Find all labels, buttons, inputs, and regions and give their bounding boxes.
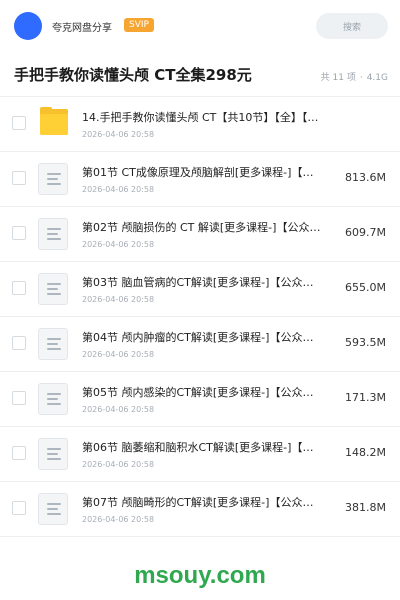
- file-row[interactable]: 第05节 颅内感染的CT解读[更多课程-]【公众号：小知自学】 2026-04-…: [0, 372, 400, 427]
- file-name: 第06节 脑萎缩和脑积水CT解读[更多课程-]【公众号：小知自学】: [82, 441, 324, 454]
- file-size: 171.3M: [345, 391, 386, 404]
- folder-icon: [40, 107, 68, 135]
- row-checkbox[interactable]: [12, 446, 26, 460]
- meta-separator: ·: [359, 73, 363, 83]
- row-checkbox[interactable]: [12, 116, 26, 130]
- file-row[interactable]: 第02节 颅脑损伤的 CT 解读[更多课程-]【公众号：小知自学】 2026-0…: [0, 207, 400, 262]
- document-icon: [38, 493, 68, 525]
- top-bar: 夸克网盘分享 SVIP 搜索: [0, 0, 400, 52]
- file-size: 381.8M: [345, 501, 386, 514]
- file-date: 2026-04-06 20:58: [82, 460, 155, 469]
- file-name: 第01节 CT成像原理及颅脑解剖[更多课程-]【公众号：小知自学】: [82, 166, 324, 179]
- file-size: 593.5M: [345, 336, 386, 349]
- file-row[interactable]: 第07节 颅脑畸形的CT解读[更多课程-]【公众号：小知自学】 2026-04-…: [0, 482, 400, 537]
- file-date: 2026-04-06 20:58: [82, 240, 155, 249]
- row-checkbox[interactable]: [12, 391, 26, 405]
- file-name: 第03节 脑血管病的CT解读[更多课程-]【公众号：小知自学】: [82, 276, 324, 289]
- file-row[interactable]: 第01节 CT成像原理及颅脑解剖[更多课程-]【公众号：小知自学】 2026-0…: [0, 152, 400, 207]
- file-row-folder[interactable]: 14.手把手教你读懂头颅 CT【共10节】【全】【更多课程-】【公众号：小知自学…: [0, 97, 400, 152]
- row-checkbox[interactable]: [12, 501, 26, 515]
- file-date: 2026-04-06 20:58: [82, 295, 155, 304]
- file-row[interactable]: 第03节 脑血管病的CT解读[更多课程-]【公众号：小知自学】 2026-04-…: [0, 262, 400, 317]
- file-size: 148.2M: [345, 446, 386, 459]
- file-row[interactable]: 第06节 脑萎缩和脑积水CT解读[更多课程-]【公众号：小知自学】 2026-0…: [0, 427, 400, 482]
- watermark: msouy.com: [134, 562, 266, 589]
- document-icon: [38, 328, 68, 360]
- file-name: 第07节 颅脑畸形的CT解读[更多课程-]【公众号：小知自学】: [82, 496, 324, 509]
- avatar[interactable]: [14, 12, 42, 40]
- file-date: 2026-04-06 20:58: [82, 515, 155, 524]
- search-placeholder: 搜索: [342, 23, 361, 33]
- file-size: 813.6M: [345, 171, 386, 184]
- row-checkbox[interactable]: [12, 171, 26, 185]
- document-icon: [38, 273, 68, 305]
- total-size: 4.1G: [366, 73, 388, 83]
- file-size: 655.0M: [345, 281, 386, 294]
- row-checkbox[interactable]: [12, 281, 26, 295]
- share-meta: 共 11 项 · 4.1G: [321, 70, 388, 83]
- document-icon: [38, 218, 68, 250]
- file-date: 2026-04-06 20:58: [82, 350, 155, 359]
- svip-badge: SVIP: [124, 18, 154, 32]
- file-date: 2026-04-06 20:58: [82, 130, 155, 139]
- document-icon: [38, 163, 68, 195]
- document-icon: [38, 383, 68, 415]
- item-count: 共 11 项: [320, 73, 356, 83]
- file-name: 第02节 颅脑损伤的 CT 解读[更多课程-]【公众号：小知自学】: [82, 221, 324, 234]
- file-name: 第05节 颅内感染的CT解读[更多课程-]【公众号：小知自学】: [82, 386, 324, 399]
- app-name: 夸克网盘分享: [52, 23, 112, 34]
- file-size: 609.7M: [345, 226, 386, 239]
- file-name: 第04节 颅内肿瘤的CT解读[更多课程-]【公众号：小知自学】: [82, 331, 324, 344]
- row-checkbox[interactable]: [12, 336, 26, 350]
- share-title: 手把手教你读懂头颅 CT全集298元: [14, 66, 252, 84]
- file-date: 2026-04-06 20:58: [82, 185, 155, 194]
- file-date: 2026-04-06 20:58: [82, 405, 155, 414]
- document-icon: [38, 438, 68, 470]
- file-list: 14.手把手教你读懂头颅 CT【共10节】【全】【更多课程-】【公众号：小知自学…: [0, 97, 400, 537]
- row-checkbox[interactable]: [12, 226, 26, 240]
- search-input[interactable]: 搜索: [316, 13, 388, 39]
- file-row[interactable]: 第04节 颅内肿瘤的CT解读[更多课程-]【公众号：小知自学】 2026-04-…: [0, 317, 400, 372]
- file-name: 14.手把手教你读懂头颅 CT【共10节】【全】【更多课程-】【公众号：小知自学…: [82, 111, 328, 124]
